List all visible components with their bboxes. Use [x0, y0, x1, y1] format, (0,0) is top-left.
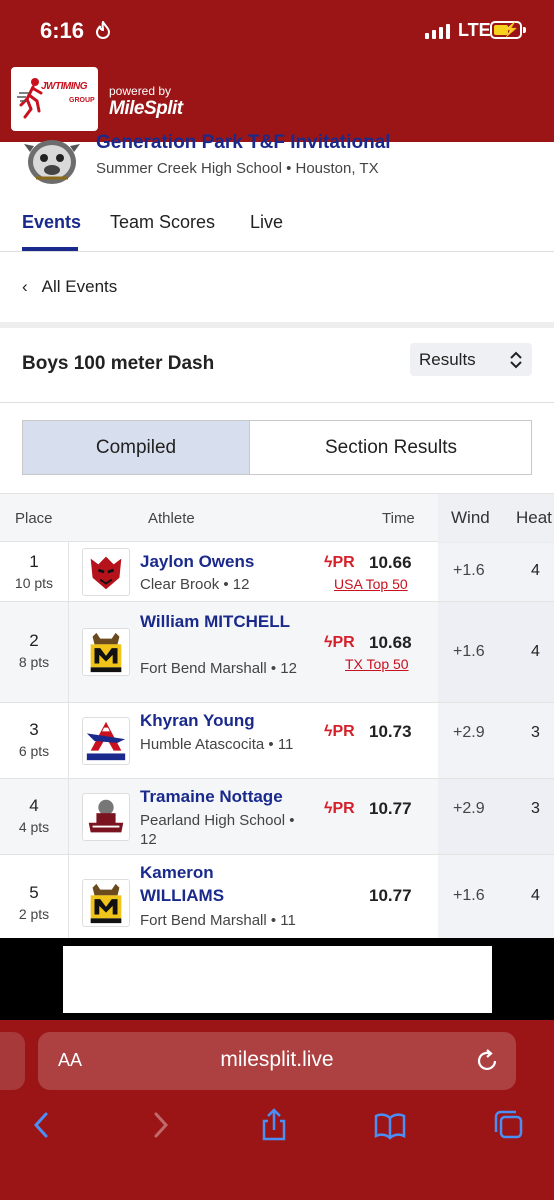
all-events-link[interactable]: ‹ All Events: [22, 277, 117, 297]
bulldog-logo: [24, 140, 80, 184]
athlete-name[interactable]: Tramaine Nottage: [140, 785, 290, 808]
time: 10.66: [369, 553, 412, 572]
wind: +1.6: [453, 643, 485, 660]
results-segmented-control: Compiled Section Results: [22, 420, 532, 475]
place: 4: [29, 796, 39, 815]
milesplit-logo[interactable]: MileSplit: [109, 98, 183, 120]
heat: 4: [531, 643, 540, 660]
header-wind: Wind: [451, 508, 490, 527]
heat: 3: [531, 800, 540, 817]
share-icon[interactable]: [258, 1108, 290, 1142]
time: 10.68: [369, 633, 412, 652]
results-select-label: Results: [419, 350, 476, 369]
results-view-select[interactable]: Results: [410, 343, 532, 376]
points: 6 pts: [18, 743, 50, 759]
jwtiming-logo[interactable]: JWTIMING GROUP: [11, 67, 98, 131]
flame-icon: [95, 21, 111, 39]
athlete-team: Clear Brook • 12: [140, 576, 250, 593]
table-row[interactable]: 3 6 pts Khyran Young Humble Atascocita • …: [0, 703, 554, 779]
ad-slot[interactable]: [63, 946, 492, 1013]
athlete-name[interactable]: Jaylon Owens: [140, 550, 290, 573]
points: 4 pts: [18, 819, 50, 835]
pr-badge: ϟPR: [324, 634, 355, 651]
wind: +1.6: [453, 887, 485, 904]
pr-badge: ϟPR: [324, 723, 355, 740]
pr-badge: ϟPR: [324, 800, 355, 817]
table-row[interactable]: 4 4 pts Tramaine Nottage Pearland High Sc…: [0, 779, 554, 855]
pearland-oilers-logo: [82, 793, 130, 841]
place: 1: [29, 552, 39, 571]
heat: 3: [531, 724, 540, 741]
athlete-team: Humble Atascocita • 11: [140, 736, 294, 753]
athlete-team: Pearland High School • 12: [140, 812, 295, 848]
meet-location: Summer Creek High School • Houston, TX: [96, 160, 379, 177]
logo-text: JWTIMING: [41, 81, 88, 92]
atascocita-eagles-logo: [82, 717, 130, 765]
signal-icon: [425, 24, 450, 39]
battery-icon: ⚡: [490, 21, 522, 39]
time: 10.77: [369, 799, 412, 818]
clear-brook-logo: [82, 548, 130, 596]
back-icon[interactable]: [26, 1108, 58, 1142]
tabs-icon[interactable]: [492, 1108, 524, 1142]
section-separator: [0, 322, 554, 328]
url-text: milesplit.live: [220, 1048, 334, 1071]
status-time: 6:16: [40, 18, 85, 43]
wind: +2.9: [453, 724, 485, 741]
points: 8 pts: [18, 654, 50, 670]
header-athlete: Athlete: [148, 510, 195, 527]
event-title: Boys 100 meter Dash: [22, 353, 215, 374]
fort-bend-marshall-logo: [82, 879, 130, 927]
all-events-label: All Events: [41, 277, 118, 296]
meet-title[interactable]: Generation Park T&F Invitational: [96, 132, 391, 154]
place: 2: [29, 631, 39, 650]
forward-icon[interactable]: [144, 1108, 176, 1142]
table-row[interactable]: 2 8 pts William MITCHELL Fort Bend Marsha…: [0, 602, 554, 703]
points: 10 pts: [14, 575, 54, 591]
powered-by-label: powered by: [109, 84, 172, 98]
address-bar[interactable]: AA milesplit.live: [38, 1032, 516, 1090]
ranking-link[interactable]: USA Top 50: [334, 576, 408, 592]
select-chevron-icon: [510, 351, 522, 369]
previous-tab-peek[interactable]: [0, 1032, 25, 1090]
tab-team-scores[interactable]: Team Scores: [110, 212, 215, 233]
table-row[interactable]: 1 10 pts Jaylon Owens Clear Brook • 12 ϟP…: [0, 542, 554, 602]
bookmarks-icon[interactable]: [374, 1108, 406, 1142]
results-table: Place Athlete Time Wind Heat 1 10 pts Jay…: [0, 493, 554, 938]
header-heat: Heat: [516, 508, 552, 527]
table-row[interactable]: 5 2 pts Kameron WILLIAMS Fort Bend Marsha…: [0, 855, 554, 938]
place: 3: [29, 720, 39, 739]
fort-bend-marshall-logo: [82, 628, 130, 676]
pr-badge: ϟPR: [324, 554, 355, 571]
wind: +2.9: [453, 800, 485, 817]
divider: [0, 402, 554, 403]
table-header: Place Athlete Time Wind Heat: [0, 493, 554, 543]
athlete-name[interactable]: Khyran Young: [140, 709, 290, 732]
segment-compiled[interactable]: Compiled: [23, 421, 250, 474]
header-time: Time: [382, 510, 415, 527]
segment-section-results[interactable]: Section Results: [250, 421, 532, 474]
athlete-team: Fort Bend Marshall • 12: [140, 660, 297, 677]
time: 10.73: [369, 722, 412, 741]
reload-icon[interactable]: [476, 1047, 500, 1073]
heat: 4: [531, 562, 540, 579]
time: 10.77: [369, 886, 412, 905]
ranking-link[interactable]: TX Top 50: [345, 656, 409, 672]
network-label: LTE: [458, 20, 491, 40]
place: 5: [29, 883, 39, 902]
divider: [0, 251, 554, 252]
points: 2 pts: [18, 906, 50, 922]
athlete-name[interactable]: Kameron WILLIAMS: [140, 861, 290, 907]
tab-events[interactable]: Events: [22, 212, 81, 233]
header-place: Place: [15, 510, 53, 527]
chevron-left-icon: ‹: [22, 277, 28, 296]
wind: +1.6: [453, 562, 485, 579]
heat: 4: [531, 887, 540, 904]
athlete-name[interactable]: William MITCHELL: [140, 610, 290, 633]
athlete-team: Fort Bend Marshall • 11: [140, 912, 296, 929]
tab-live[interactable]: Live: [250, 212, 283, 233]
logo-subtext: GROUP: [69, 97, 95, 104]
